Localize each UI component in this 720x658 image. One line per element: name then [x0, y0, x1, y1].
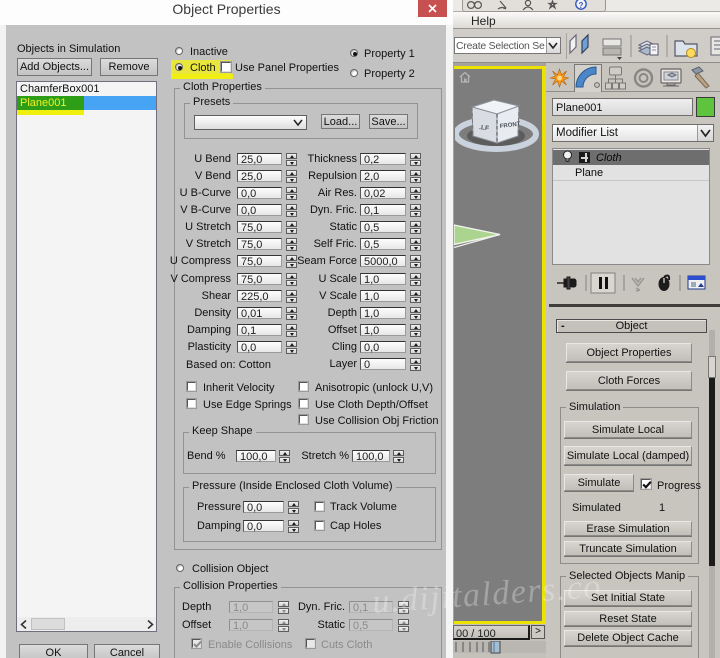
svg-text:?: ?	[579, 1, 584, 10]
svg-text:.LF: .LF	[479, 124, 490, 132]
